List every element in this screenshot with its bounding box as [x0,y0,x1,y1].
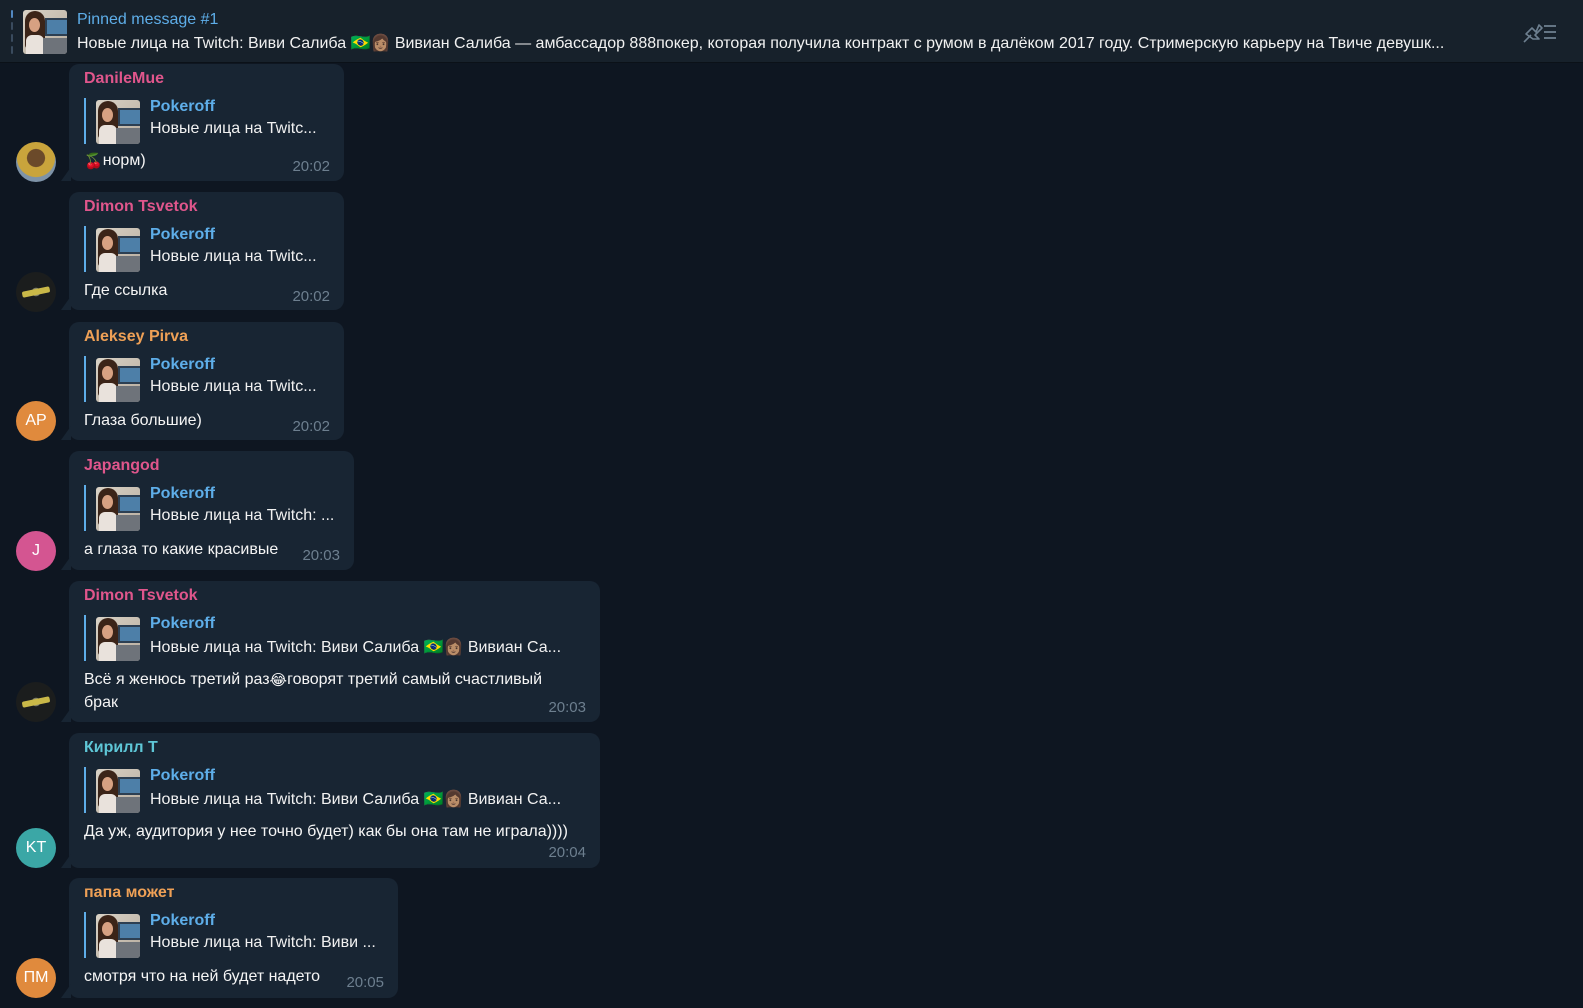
reply-preview[interactable]: Pokeroff Новые лица на Twitc... [84,98,330,144]
message-bubble[interactable]: Japangod Pokeroff Новые лица на Twitch: … [69,451,354,570]
reply-text: Новые лица на Twitch: Виви Салиба 🇧🇷👩🏽 В… [150,639,562,656]
reply-thumbnail [96,769,140,813]
message-text: Да уж, аудитория у нее точно будет) как … [84,823,568,840]
message-time: 20:03 [548,699,586,716]
message-text: Где ссылка [84,282,168,299]
reply-thumbnail [96,914,140,958]
message-time: 20:05 [346,974,384,991]
reply-preview[interactable]: Pokeroff Новые лица на Twitch: Виви Сали… [84,767,586,813]
message-author[interactable]: Japangod [84,457,160,475]
pinned-message-bar[interactable]: Pinned message #1 Новые лица на Twitch: … [0,0,1583,63]
message-time: 20:04 [548,844,586,861]
reply-author: Pokeroff [150,226,215,243]
reply-text: Новые лица на Twitch: Виви ... [150,934,376,951]
reply-author: Pokeroff [150,485,215,502]
reply-text: Новые лица на Twitch: ... [150,507,335,524]
reply-thumbnail [96,100,140,144]
message-text: Всё я женюсь третий раз😂говорят третий с… [84,671,543,711]
user-avatar[interactable]: KT [16,828,56,868]
message-time: 20:02 [292,418,330,435]
reply-preview[interactable]: Pokeroff Новые лица на Twitc... [84,226,330,272]
reply-author: Pokeroff [150,615,215,632]
message-time: 20:02 [292,158,330,175]
message-bubble[interactable]: папа может Pokeroff Новые лица на Twitch… [69,878,398,998]
message-bubble[interactable]: Aleksey Pirva Pokeroff Новые лица на Twi… [69,322,344,440]
pinned-position-indicator [11,10,14,54]
user-avatar[interactable] [16,142,56,182]
message-bubble[interactable]: Кирилл Т Pokeroff Новые лица на Twitch: … [69,733,600,868]
message-bubble[interactable]: Dimon Tsvetok Pokeroff Новые лица на Twi… [69,581,600,722]
message-author[interactable]: Dimon Tsvetok [84,198,198,216]
pinned-thumbnail [23,10,67,54]
reply-text: Новые лица на Twitc... [150,378,317,395]
message-text: Глаза большие) [84,412,202,429]
user-avatar[interactable]: AP [16,401,56,441]
message-author[interactable]: DanileMue [84,70,164,88]
user-avatar[interactable] [16,682,56,722]
message-text: смотря что на ней будет надето [84,968,321,985]
message-bubble[interactable]: DanileMue Pokeroff Новые лица на Twitc..… [69,64,344,181]
reply-author: Pokeroff [150,912,215,929]
reply-preview[interactable]: Pokeroff Новые лица на Twitc... [84,356,330,402]
message-time: 20:03 [302,547,340,564]
reply-text: Новые лица на Twitch: Виви Салиба 🇧🇷👩🏽 В… [150,791,562,808]
reply-preview[interactable]: Pokeroff Новые лица на Twitch: Виви ... [84,912,384,958]
message-bubble[interactable]: Dimon Tsvetok Pokeroff Новые лица на Twi… [69,192,344,310]
reply-text: Новые лица на Twitc... [150,120,317,137]
message-time: 20:02 [292,288,330,305]
reply-author: Pokeroff [150,98,215,115]
reply-thumbnail [96,358,140,402]
reply-thumbnail [96,617,140,661]
laughing-emoji: 😂 [269,672,288,689]
reply-preview[interactable]: Pokeroff Новые лица на Twitch: ... [84,485,340,531]
message-author[interactable]: Aleksey Pirva [84,328,188,346]
message-text: 🍒норм) [84,150,146,173]
reply-text: Новые лица на Twitc... [150,248,317,265]
user-avatar[interactable] [16,272,56,312]
message-author[interactable]: папа может [84,884,174,902]
pinned-title: Pinned message #1 [77,11,219,28]
reply-author: Pokeroff [150,767,215,784]
message-author[interactable]: Dimon Tsvetok [84,587,198,605]
cherry-emoji: 🍒 [84,153,103,170]
reply-thumbnail [96,228,140,272]
message-author[interactable]: Кирилл Т [84,739,158,757]
reply-preview[interactable]: Pokeroff Новые лица на Twitch: Виви Сали… [84,615,586,661]
user-avatar[interactable]: J [16,531,56,571]
user-avatar[interactable]: ПМ [16,958,56,998]
reply-thumbnail [96,487,140,531]
pinned-text: Новые лица на Twitch: Виви Салиба 🇧🇷👩🏽 В… [77,35,1445,52]
reply-author: Pokeroff [150,356,215,373]
pinned-list-icon[interactable] [1522,20,1558,44]
message-text: а глаза то какие красивые [84,541,279,558]
